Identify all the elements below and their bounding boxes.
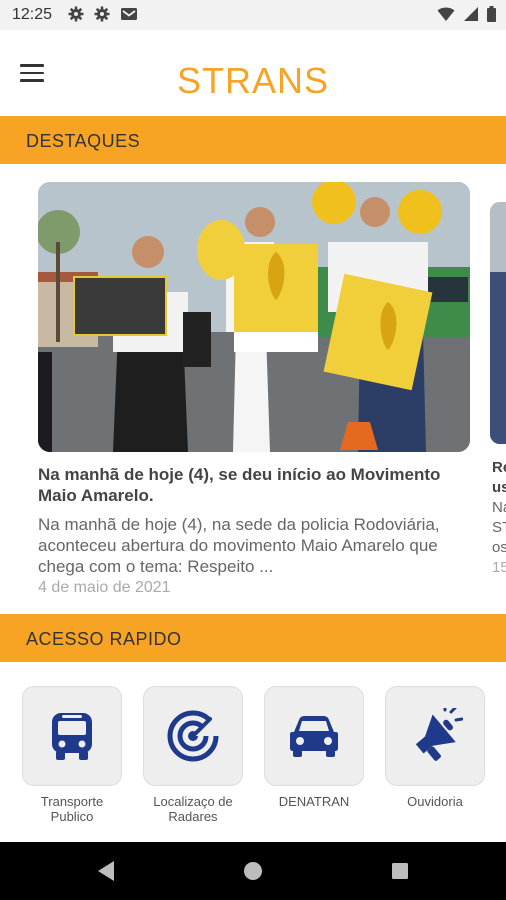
wifi-icon (437, 7, 455, 21)
tile-localizacao-radares[interactable]: Localizaço de Radares (143, 686, 243, 824)
tile-label[interactable]: Transporte Publico (22, 794, 122, 824)
quick-access-grid: Transporte Publico Localizaço de Radares (0, 664, 506, 842)
settings-icon (68, 6, 84, 22)
megaphone-icon (415, 708, 463, 761)
next-news-title-1: Re (492, 459, 506, 476)
gmail-icon (121, 8, 137, 20)
news-title[interactable]: Na manhã de hoje (4), se deu início ao M… (38, 464, 470, 506)
highlights-section-header: DESTAQUES (0, 116, 506, 164)
news-card[interactable]: Na manhã de hoje (4), se deu início ao M… (38, 182, 470, 597)
next-news-excerpt-2: ST (492, 519, 506, 536)
back-icon[interactable] (96, 860, 116, 882)
tile-icon-box[interactable] (385, 686, 485, 786)
tile-label[interactable]: DENATRAN (264, 794, 364, 809)
next-news-card[interactable]: Re us Na ST os 15 (490, 202, 506, 576)
tile-transporte-publico[interactable]: Transporte Publico (22, 686, 122, 824)
news-date: 4 de maio de 2021 (38, 579, 171, 596)
news-photo-illustration (38, 182, 470, 452)
tile-label-line-2: Radares (168, 809, 218, 824)
signal-icon (464, 7, 478, 21)
status-bar: 12:25 (0, 0, 506, 30)
tile-label-line-1: Transporte (40, 794, 104, 809)
next-news-photo (490, 202, 506, 444)
status-time: 12:25 (12, 6, 53, 23)
next-news-date: 15 (492, 559, 506, 576)
page-title: STRANS (176, 60, 330, 101)
next-news-title-2: us (492, 479, 506, 496)
section-label: ACESSO RAPIDO (26, 629, 182, 649)
bus-icon (52, 713, 92, 760)
tile-label-line-1: Ouvidoria (407, 794, 463, 809)
quick-access-section-header: ACESSO RAPIDO (0, 614, 506, 662)
system-icons (437, 6, 496, 22)
notification-icons (68, 6, 138, 22)
news-excerpt: Na manhã de hoje (4), na sede da policia… (38, 515, 440, 576)
tile-label[interactable]: Ouvidoria (385, 794, 485, 809)
system-navigation-bar (0, 842, 506, 900)
tile-ouvidoria[interactable]: Ouvidoria (385, 686, 485, 809)
highlights-carousel[interactable]: Na manhã de hoje (4), se deu início ao M… (0, 166, 506, 612)
tile-label-line-1: DENATRAN (278, 794, 350, 809)
section-label: DESTAQUES (26, 131, 141, 151)
tile-label[interactable]: Localizaço de Radares (143, 794, 243, 824)
tile-icon-box[interactable] (264, 686, 364, 786)
radar-icon (167, 709, 220, 762)
tile-label-line-1: Localizaço de (153, 794, 233, 809)
tile-icon-box[interactable] (22, 686, 122, 786)
settings-icon (94, 6, 110, 22)
car-icon (290, 716, 338, 757)
recents-icon[interactable] (390, 860, 410, 882)
battery-icon (487, 6, 496, 22)
news-image[interactable] (38, 182, 470, 452)
app-header: STRANS (0, 30, 506, 116)
next-news-excerpt-3: os (492, 539, 506, 556)
tile-label-line-2: Publico (50, 809, 94, 824)
home-icon[interactable] (243, 860, 263, 882)
next-news-text: Re us Na ST os 15 (492, 458, 506, 578)
tile-denatran[interactable]: DENATRAN (264, 686, 364, 809)
next-news-excerpt-1: Na (492, 499, 506, 516)
next-news-image[interactable] (490, 202, 506, 444)
tile-icon-box[interactable] (143, 686, 243, 786)
